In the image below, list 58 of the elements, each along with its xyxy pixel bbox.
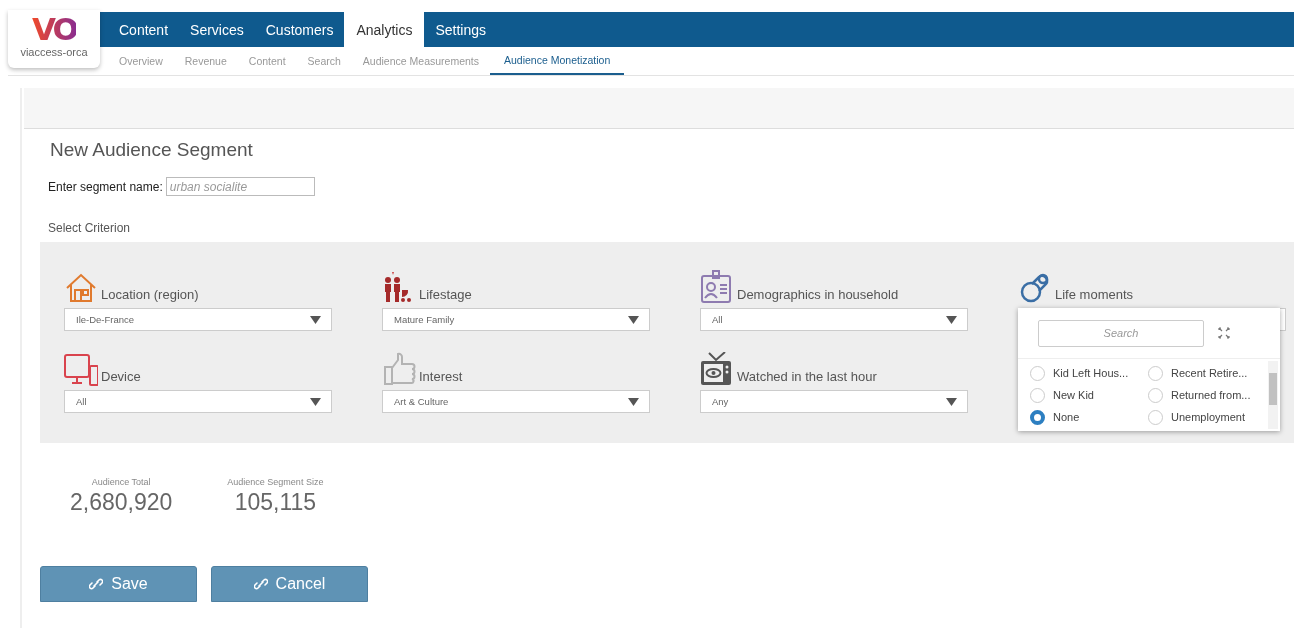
- dropdown-arrow-icon: [628, 397, 639, 406]
- id-card-icon: [700, 270, 734, 304]
- search-field[interactable]: Search: [1038, 319, 1204, 347]
- page-title: New Audience Segment: [50, 139, 254, 161]
- stat-value: 105,115: [234, 489, 317, 516]
- segment-name-field[interactable]: urban socialite: [165, 177, 315, 196]
- criterion-label: Interest: [419, 369, 463, 386]
- dropdown[interactable]: All: [64, 390, 332, 413]
- criterion-label: Device: [101, 369, 141, 386]
- radio-button[interactable]: [1148, 387, 1163, 403]
- nav-tab[interactable]: Services: [179, 12, 255, 47]
- dropdown[interactable]: All: [700, 308, 968, 331]
- device-icon: [64, 352, 98, 386]
- link-icon: [89, 577, 104, 591]
- criterion-label: Demographics in household: [737, 287, 899, 304]
- nav-tab[interactable]: Settings: [424, 12, 498, 47]
- radio-option[interactable]: Unemployment: [1148, 407, 1266, 427]
- dropdown[interactable]: Ile-De-France: [64, 308, 332, 331]
- stat-label: Audience Total: [91, 477, 151, 487]
- radio-option[interactable]: Returned from...: [1148, 385, 1266, 405]
- expand-icon[interactable]: [1218, 327, 1230, 339]
- radio-option[interactable]: None: [1030, 407, 1148, 427]
- scrollbar-thumb[interactable]: [1269, 373, 1277, 405]
- logo-wordmark: viaccess-orca: [20, 46, 88, 58]
- dropdown[interactable]: Art & Culture: [382, 390, 650, 413]
- criterion-label: Lifestage: [419, 287, 472, 304]
- dropdown[interactable]: Mature Family: [382, 308, 650, 331]
- nav-tab[interactable]: Analytics: [344, 12, 425, 47]
- radio-button[interactable]: [1030, 409, 1045, 425]
- criterion-label: Life moments: [1055, 287, 1134, 304]
- radio-button[interactable]: [1030, 365, 1045, 381]
- criterion-label: Location (region): [101, 287, 199, 304]
- radio-button[interactable]: [1148, 365, 1163, 381]
- sub-tab[interactable]: Audience Monetization: [490, 47, 625, 75]
- criterion-label: Watched in the last hour: [737, 369, 877, 386]
- radio-option[interactable]: New Kid: [1030, 385, 1148, 405]
- nav-tab[interactable]: Customers: [254, 12, 345, 47]
- field-label: Enter segment name:: [48, 179, 163, 194]
- radio-option[interactable]: Recent Retire...: [1148, 363, 1266, 383]
- link-icon: [253, 577, 268, 591]
- dropdown-arrow-icon: [628, 315, 639, 324]
- dropdown-arrow-icon: [946, 315, 957, 324]
- thumbs-up-icon: [382, 352, 416, 386]
- radio-button[interactable]: [1148, 409, 1163, 425]
- radio-button[interactable]: [1030, 387, 1045, 403]
- dropdown[interactable]: Any: [700, 390, 968, 413]
- dropdown-arrow-icon: [310, 315, 321, 324]
- stat-label: Audience Segment Size: [227, 477, 324, 487]
- radio-option[interactable]: Kid Left Hous...: [1030, 363, 1148, 383]
- stat-value: 2,680,920: [70, 489, 173, 516]
- nav-tab[interactable]: Content: [108, 12, 180, 47]
- television-icon: [700, 352, 734, 386]
- logo[interactable]: VO viaccess-orca: [8, 10, 100, 68]
- action-button[interactable]: Save: [40, 566, 197, 602]
- dropdown-arrow-icon: [310, 397, 321, 406]
- section-label: Select Criterion: [48, 221, 132, 235]
- dropdown-arrow-icon: [946, 397, 957, 406]
- action-button[interactable]: Cancel: [211, 566, 368, 602]
